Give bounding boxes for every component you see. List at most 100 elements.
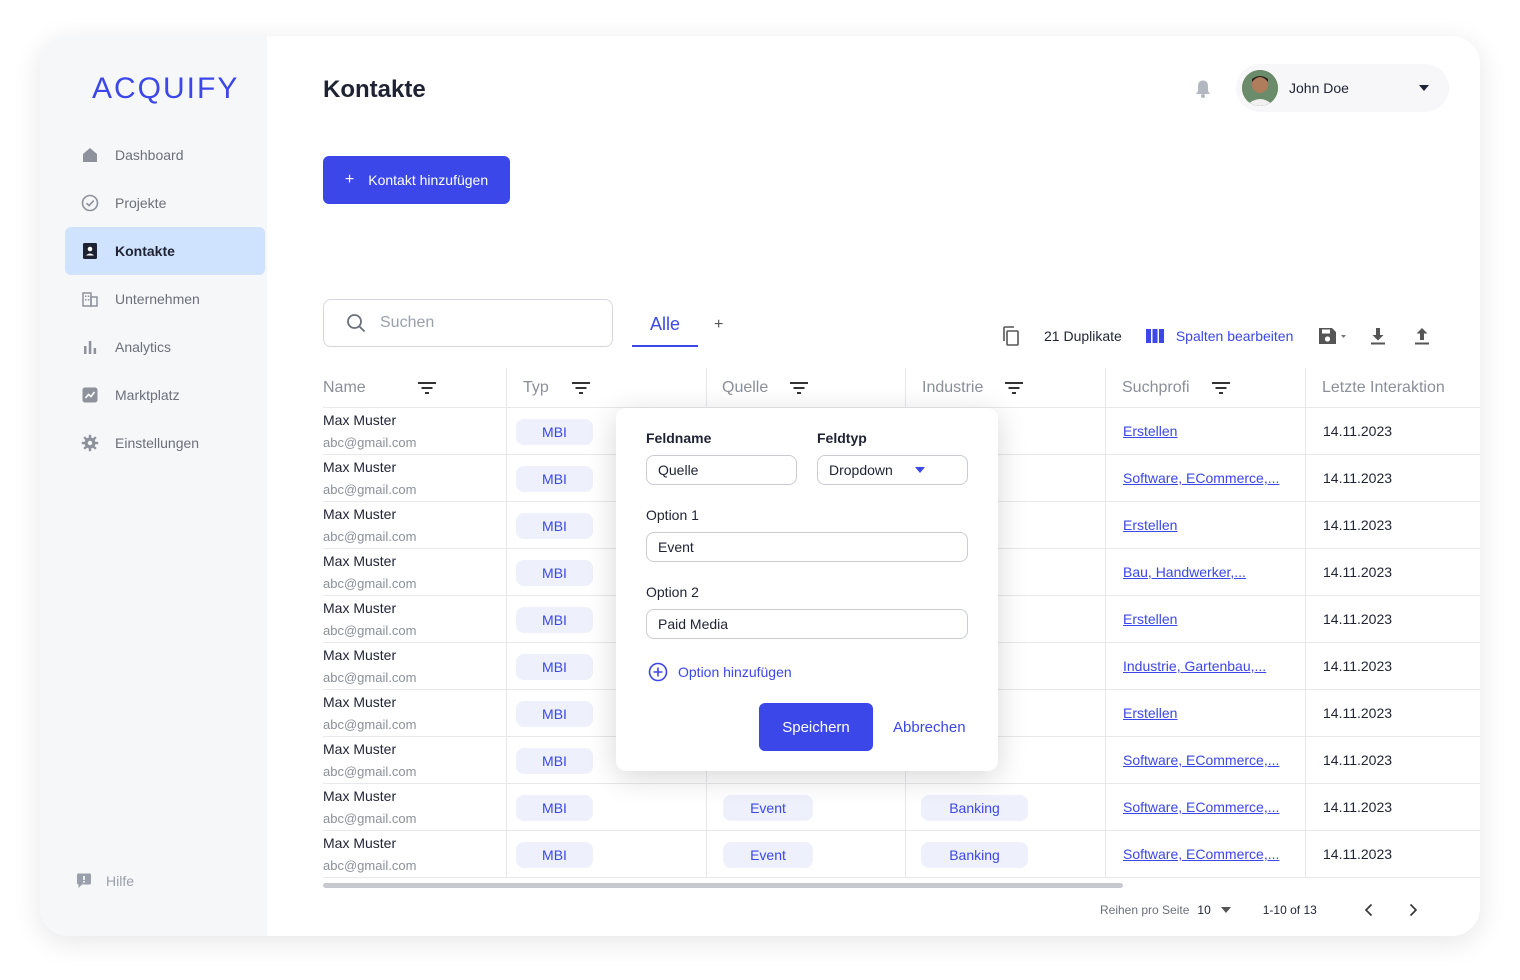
- industry-chip: Banking: [921, 842, 1028, 868]
- contact-name[interactable]: Max Muster: [323, 741, 396, 757]
- contact-name[interactable]: Max Muster: [323, 600, 396, 616]
- horizontal-scrollbar[interactable]: [323, 883, 1123, 888]
- type-chip: MBI: [516, 795, 593, 821]
- last-interaction-date: 14.11.2023: [1323, 705, 1393, 721]
- filter-icon[interactable]: [1005, 381, 1024, 395]
- last-interaction-date: 14.11.2023: [1323, 846, 1393, 862]
- rows-per-page-select[interactable]: 10: [1197, 903, 1210, 917]
- type-chip: MBI: [516, 654, 593, 680]
- columns-icon[interactable]: [1144, 325, 1166, 347]
- filter-icon[interactable]: [790, 381, 809, 395]
- tab-alle[interactable]: Alle: [632, 314, 698, 347]
- contact-email: abc@gmail.com: [323, 764, 417, 779]
- sidebar-item-label: Einstellungen: [115, 435, 200, 451]
- contact-email: abc@gmail.com: [323, 576, 417, 591]
- search-input[interactable]: [380, 314, 580, 332]
- sidebar-item-projekte[interactable]: Projekte: [65, 179, 265, 227]
- copy-icon[interactable]: [1000, 325, 1022, 347]
- column-header-name[interactable]: Name: [323, 368, 436, 408]
- fieldtype-select[interactable]: Dropdown: [817, 455, 968, 485]
- save-view-icon[interactable]: [1317, 325, 1349, 347]
- type-chip: MBI: [516, 842, 593, 868]
- cancel-button[interactable]: Abbrechen: [893, 719, 966, 736]
- chevron-left-icon[interactable]: [1361, 902, 1377, 918]
- contact-email: abc@gmail.com: [323, 858, 417, 873]
- upload-icon[interactable]: [1411, 325, 1433, 347]
- chevron-down-icon[interactable]: [1220, 907, 1231, 913]
- logo[interactable]: ACQUIFY: [92, 72, 239, 106]
- column-header-letzte-interaktion[interactable]: Letzte Interaktion: [1322, 368, 1445, 408]
- search-profile-link[interactable]: Erstellen: [1123, 705, 1177, 721]
- building-icon: [81, 290, 99, 308]
- search-icon: [347, 314, 366, 333]
- user-menu[interactable]: John Doe: [1236, 64, 1449, 112]
- table-row[interactable]: Max Muster abc@gmail.com MBI Event Banking So…: [323, 784, 1480, 831]
- edit-columns-button[interactable]: Spalten bearbeiten: [1176, 328, 1294, 344]
- last-interaction-date: 14.11.2023: [1323, 658, 1393, 674]
- option1-input[interactable]: Event: [646, 532, 968, 562]
- filter-icon[interactable]: [417, 381, 436, 395]
- industry-chip: Banking: [921, 795, 1028, 821]
- type-chip: MBI: [516, 748, 593, 774]
- table-row[interactable]: Max Muster abc@gmail.com MBI Event Banking So…: [323, 831, 1480, 878]
- add-contact-button[interactable]: + Kontakt hinzufügen: [323, 156, 510, 204]
- sidebar-item-label: Unternehmen: [115, 291, 200, 307]
- fieldname-input[interactable]: Quelle: [646, 455, 797, 485]
- chevron-down-icon: [915, 467, 925, 473]
- sidebar-item-analytics[interactable]: Analytics: [65, 323, 265, 371]
- add-tab-button[interactable]: +: [714, 316, 723, 334]
- sidebar-item-marktplatz[interactable]: Marktplatz: [65, 371, 265, 419]
- search-profile-link[interactable]: Erstellen: [1123, 423, 1177, 439]
- sidebar-item-label: Analytics: [115, 339, 172, 355]
- search-profile-link[interactable]: Bau, Handwerker,...: [1123, 564, 1246, 580]
- search-box[interactable]: [323, 299, 613, 347]
- add-option-button[interactable]: Option hinzufügen: [648, 662, 792, 682]
- contact-name[interactable]: Max Muster: [323, 553, 396, 569]
- contact-name[interactable]: Max Muster: [323, 647, 396, 663]
- column-header-suchprofil[interactable]: Suchprofi: [1122, 368, 1230, 408]
- last-interaction-date: 14.11.2023: [1323, 564, 1393, 580]
- contact-name[interactable]: Max Muster: [323, 459, 396, 475]
- column-header-industrie[interactable]: Industrie: [922, 368, 1024, 408]
- search-profile-link[interactable]: Software, ECommerce,...: [1123, 470, 1279, 486]
- fieldname-label: Feldname: [646, 430, 712, 446]
- sidebar-item-einstellungen[interactable]: Einstellungen: [65, 419, 265, 467]
- column-header-typ[interactable]: Typ: [523, 368, 590, 408]
- filter-icon[interactable]: [571, 381, 590, 395]
- contact-email: abc@gmail.com: [323, 670, 417, 685]
- contact-name[interactable]: Max Muster: [323, 694, 396, 710]
- contact-name[interactable]: Max Muster: [323, 835, 396, 851]
- type-chip: MBI: [516, 419, 593, 445]
- sidebar-item-kontakte[interactable]: Kontakte: [65, 227, 265, 275]
- last-interaction-date: 14.11.2023: [1323, 611, 1393, 627]
- search-profile-link[interactable]: Software, ECommerce,...: [1123, 752, 1279, 768]
- download-icon[interactable]: [1367, 325, 1389, 347]
- search-profile-link[interactable]: Erstellen: [1123, 517, 1177, 533]
- contact-email: abc@gmail.com: [323, 811, 417, 826]
- type-chip: MBI: [516, 560, 593, 586]
- column-header-quelle[interactable]: Quelle: [722, 368, 809, 408]
- duplicates-count[interactable]: 21 Duplikate: [1044, 328, 1122, 344]
- search-profile-link[interactable]: Software, ECommerce,...: [1123, 846, 1279, 862]
- save-button[interactable]: Speichern: [759, 703, 873, 751]
- filter-icon[interactable]: [1211, 381, 1230, 395]
- sidebar-item-dashboard[interactable]: Dashboard: [65, 131, 265, 179]
- search-profile-link[interactable]: Erstellen: [1123, 611, 1177, 627]
- bell-icon[interactable]: [1192, 78, 1214, 100]
- gear-icon: [81, 434, 99, 452]
- plus-circle-icon: [648, 662, 668, 682]
- search-profile-link[interactable]: Software, ECommerce,...: [1123, 799, 1279, 815]
- search-profile-link[interactable]: Industrie, Gartenbau,...: [1123, 658, 1266, 674]
- rows-per-page-label: Reihen pro Seite: [1100, 903, 1190, 917]
- chevron-right-icon[interactable]: [1405, 902, 1421, 918]
- option2-input[interactable]: Paid Media: [646, 609, 968, 639]
- contact-name[interactable]: Max Muster: [323, 788, 396, 804]
- help-link[interactable]: Hilfe: [75, 872, 134, 890]
- trend-chart-icon: [81, 386, 99, 404]
- sidebar-item-unternehmen[interactable]: Unternehmen: [65, 275, 265, 323]
- sidebar-item-label: Marktplatz: [115, 387, 180, 403]
- contact-email: abc@gmail.com: [323, 717, 417, 732]
- contact-name[interactable]: Max Muster: [323, 412, 396, 428]
- contact-name[interactable]: Max Muster: [323, 506, 396, 522]
- column-label: Letzte Interaktion: [1322, 379, 1445, 396]
